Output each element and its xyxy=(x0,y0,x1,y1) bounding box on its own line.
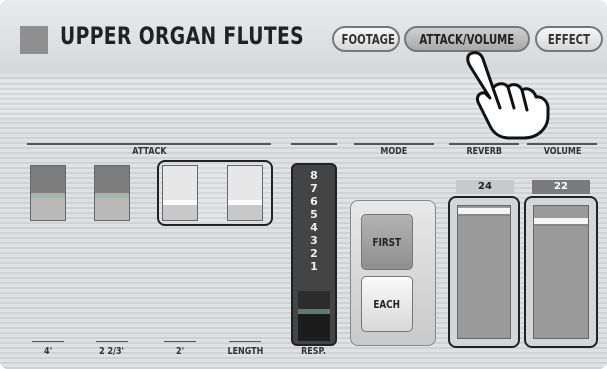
reverb-fader-cap[interactable] xyxy=(458,208,510,216)
label-rule-2 xyxy=(164,341,196,342)
mode-first-button[interactable]: FIRST xyxy=(361,214,413,270)
resp-scale-2: 2 xyxy=(310,247,318,260)
attack-label-2-2-3: 2 2/3' xyxy=(99,346,125,357)
volume-rule xyxy=(527,143,597,145)
pointing-hand-icon xyxy=(466,51,550,140)
mode-section-label: MODE xyxy=(380,146,408,157)
reverb-fader[interactable] xyxy=(448,196,520,348)
label-rule-length xyxy=(229,341,261,342)
tab-footage[interactable]: FOOTAGE xyxy=(332,26,400,52)
attack-fader-2-2-3[interactable] xyxy=(94,165,130,221)
tab-attack-volume[interactable]: ATTACK/VOLUME xyxy=(404,26,530,52)
mode-panel: FIRST EACH xyxy=(350,200,436,346)
mode-each-button[interactable]: EACH xyxy=(361,276,413,332)
volume-fader[interactable] xyxy=(524,196,598,348)
resp-scale-7: 7 xyxy=(310,182,318,195)
volume-section-label: VOLUME xyxy=(543,146,581,157)
organ-screen: UPPER ORGAN FLUTES FOOTAGE ATTACK/VOLUME… xyxy=(0,0,607,369)
mode-rule xyxy=(354,143,434,145)
resp-scale-8: 8 xyxy=(310,169,318,182)
title-swatch-icon xyxy=(20,26,48,54)
resp-slider[interactable]: 8 7 6 5 4 3 2 1 xyxy=(291,163,337,346)
resp-scale-6: 6 xyxy=(310,195,318,208)
attack-fader-2[interactable] xyxy=(162,165,198,221)
reverb-rule xyxy=(449,143,519,145)
volume-fader-cap[interactable] xyxy=(534,218,588,226)
reverb-value: 24 xyxy=(456,180,514,194)
attack-label-4: 4' xyxy=(43,346,53,357)
attack-section-label: ATTACK xyxy=(131,146,167,157)
volume-value: 22 xyxy=(532,180,590,194)
attack-rule xyxy=(27,143,271,145)
tab-effect[interactable]: EFFECT xyxy=(535,26,603,52)
resp-scale-5: 5 xyxy=(310,208,318,221)
resp-scale-1: 1 xyxy=(310,260,318,273)
resp-label: RESP. xyxy=(301,346,327,357)
attack-label-length: LENGTH xyxy=(227,346,263,357)
reverb-section-label: REVERB xyxy=(466,146,502,157)
resp-scale-4: 4 xyxy=(310,221,318,234)
attack-fader-length[interactable] xyxy=(227,165,263,221)
resp-scale-3: 3 xyxy=(310,234,318,247)
resp-handle[interactable] xyxy=(298,291,330,341)
attack-label-2: 2' xyxy=(175,346,185,357)
page-title: UPPER ORGAN FLUTES xyxy=(60,22,305,50)
resp-rule xyxy=(291,143,337,145)
label-rule-4 xyxy=(32,341,64,342)
attack-fader-4[interactable] xyxy=(30,165,66,221)
label-rule-2-2-3 xyxy=(96,341,128,342)
